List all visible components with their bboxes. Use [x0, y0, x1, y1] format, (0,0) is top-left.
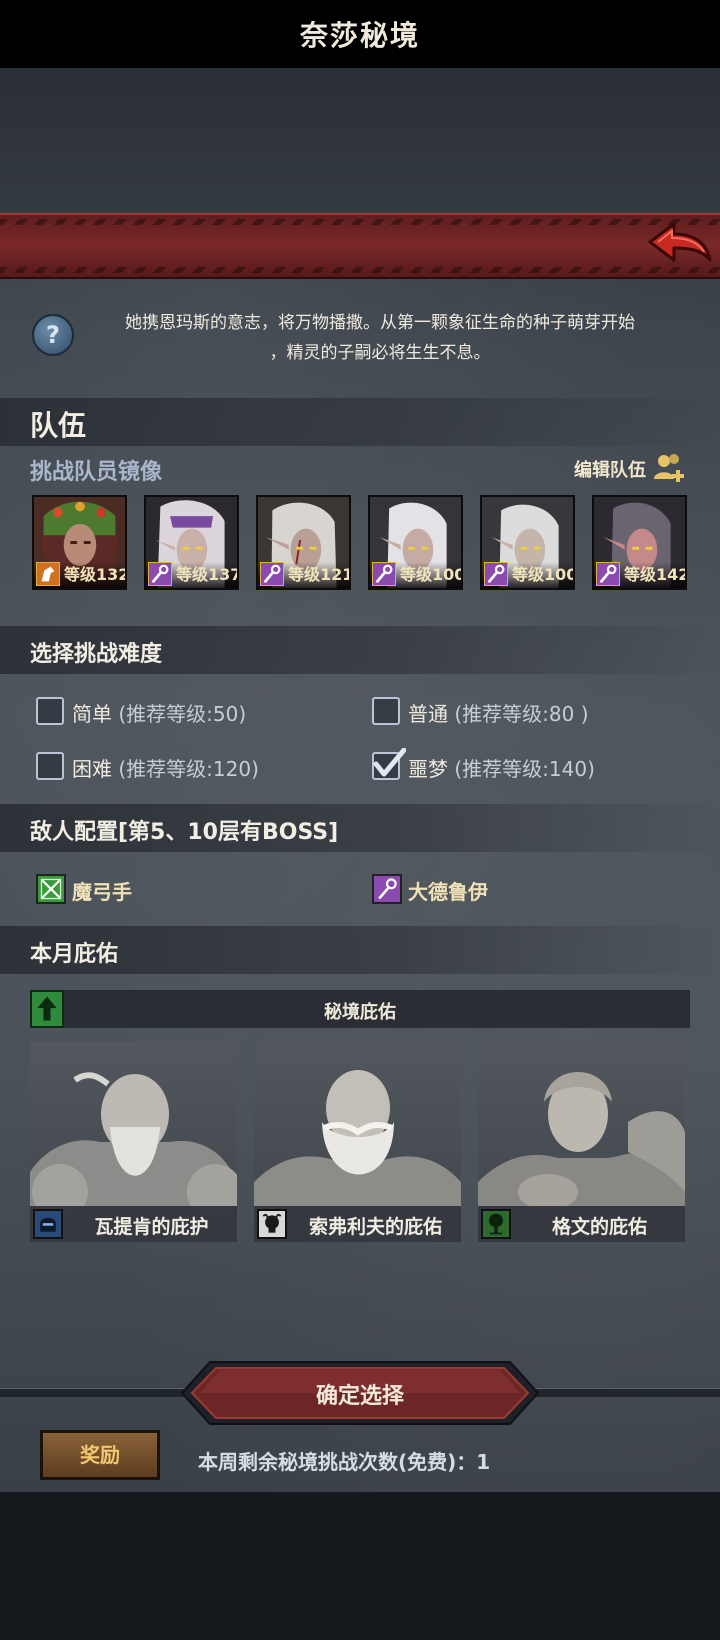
- helmet-icon: [33, 1209, 63, 1239]
- member-level: 等级132: [64, 565, 127, 584]
- difficulty-checkbox-nightmare[interactable]: [372, 748, 406, 780]
- staff-class-icon: [260, 562, 284, 586]
- member-level: 等级142: [624, 565, 687, 584]
- difficulty-checkbox-normal[interactable]: [372, 697, 400, 725]
- team-member-card[interactable]: 等级137: [144, 495, 239, 590]
- back-arrow-icon[interactable]: [646, 220, 714, 268]
- difficulty-option-nightmare[interactable]: 噩梦 (推荐等级:140): [408, 753, 595, 782]
- difficulty-option-easy[interactable]: 简单 (推荐等级:50): [72, 698, 246, 727]
- difficulty-option-normal[interactable]: 普通 (推荐等级:80 ): [408, 698, 589, 727]
- difficulty-checkbox-hard[interactable]: [36, 752, 64, 780]
- horse-class-icon: [36, 562, 60, 586]
- team-subheading: 挑战队员镜像: [30, 460, 163, 485]
- edit-team-icon[interactable]: [652, 452, 686, 482]
- member-level: 等级137: [176, 565, 239, 584]
- skull-icon: [257, 1209, 287, 1239]
- enemy-name-druid: 大德鲁伊: [408, 880, 488, 904]
- enemy-name-archer: 魔弓手: [72, 880, 132, 904]
- blessing-bar-title: 秘境庇佑: [324, 1002, 396, 1023]
- blessing-card[interactable]: 索弗利夫的庇佑: [254, 1042, 461, 1242]
- team-member-card[interactable]: 等级100: [368, 495, 463, 590]
- description-line-1: 她携恩玛斯的意志，将万物播撒。从第一颗象征生命的种子萌芽开始: [125, 313, 635, 333]
- page-title: 奈莎秘境: [299, 19, 420, 52]
- member-level: 等级121: [288, 565, 351, 584]
- staff-class-icon: [372, 874, 402, 904]
- blessing-heading: 本月庇佑: [30, 942, 119, 967]
- title-bar: [0, 213, 720, 279]
- weekly-remaining: 本周剩余秘境挑战次数(免费)：1: [198, 1450, 491, 1474]
- blessing-card[interactable]: 格文的庇佑: [478, 1042, 685, 1242]
- member-level: 等级100: [400, 565, 463, 584]
- blessing-name: 瓦提肯的庇护: [94, 1216, 209, 1238]
- blessing-card[interactable]: 瓦提肯的庇护: [30, 1042, 237, 1242]
- team-section-header: [0, 398, 720, 446]
- bottom-area: [0, 1492, 720, 1640]
- reward-button[interactable]: 奖励: [40, 1430, 160, 1480]
- difficulty-heading: 选择挑战难度: [30, 642, 163, 667]
- staff-class-icon: [484, 562, 508, 586]
- difficulty-checkbox-easy[interactable]: [36, 697, 64, 725]
- team-member-card[interactable]: 等级100: [480, 495, 575, 590]
- staff-class-icon: [148, 562, 172, 586]
- tree-icon: [481, 1209, 511, 1239]
- edit-team-button[interactable]: 编辑队伍: [574, 456, 646, 482]
- difficulty-option-hard[interactable]: 困难 (推荐等级:120): [72, 753, 259, 782]
- team-member-card[interactable]: 等级142: [592, 495, 687, 590]
- bow-class-icon: [36, 874, 66, 904]
- blessing-name: 格文的庇佑: [551, 1216, 647, 1238]
- team-member-card[interactable]: 等级121: [256, 495, 351, 590]
- team-heading: 队伍: [30, 409, 87, 442]
- staff-class-icon: [596, 562, 620, 586]
- blessing-name: 索弗利夫的庇佑: [308, 1216, 442, 1238]
- enemies-heading: 敌人配置[第5、10层有BOSS]: [30, 820, 339, 845]
- help-icon[interactable]: ?: [32, 314, 74, 356]
- description: 她携恩玛斯的意志，将万物播撒。从第一颗象征生命的种子萌芽开始 ，精灵的子嗣必将生…: [80, 308, 680, 368]
- confirm-label[interactable]: 确定选择: [180, 1378, 540, 1410]
- description-line-2: ，精灵的子嗣必将生生不息。: [269, 343, 491, 363]
- staff-class-icon: [372, 562, 396, 586]
- team-member-card[interactable]: 等级132: [32, 495, 127, 590]
- header-shade: [0, 68, 720, 214]
- checkmark-icon: [373, 748, 406, 777]
- member-level: 等级100: [512, 565, 575, 584]
